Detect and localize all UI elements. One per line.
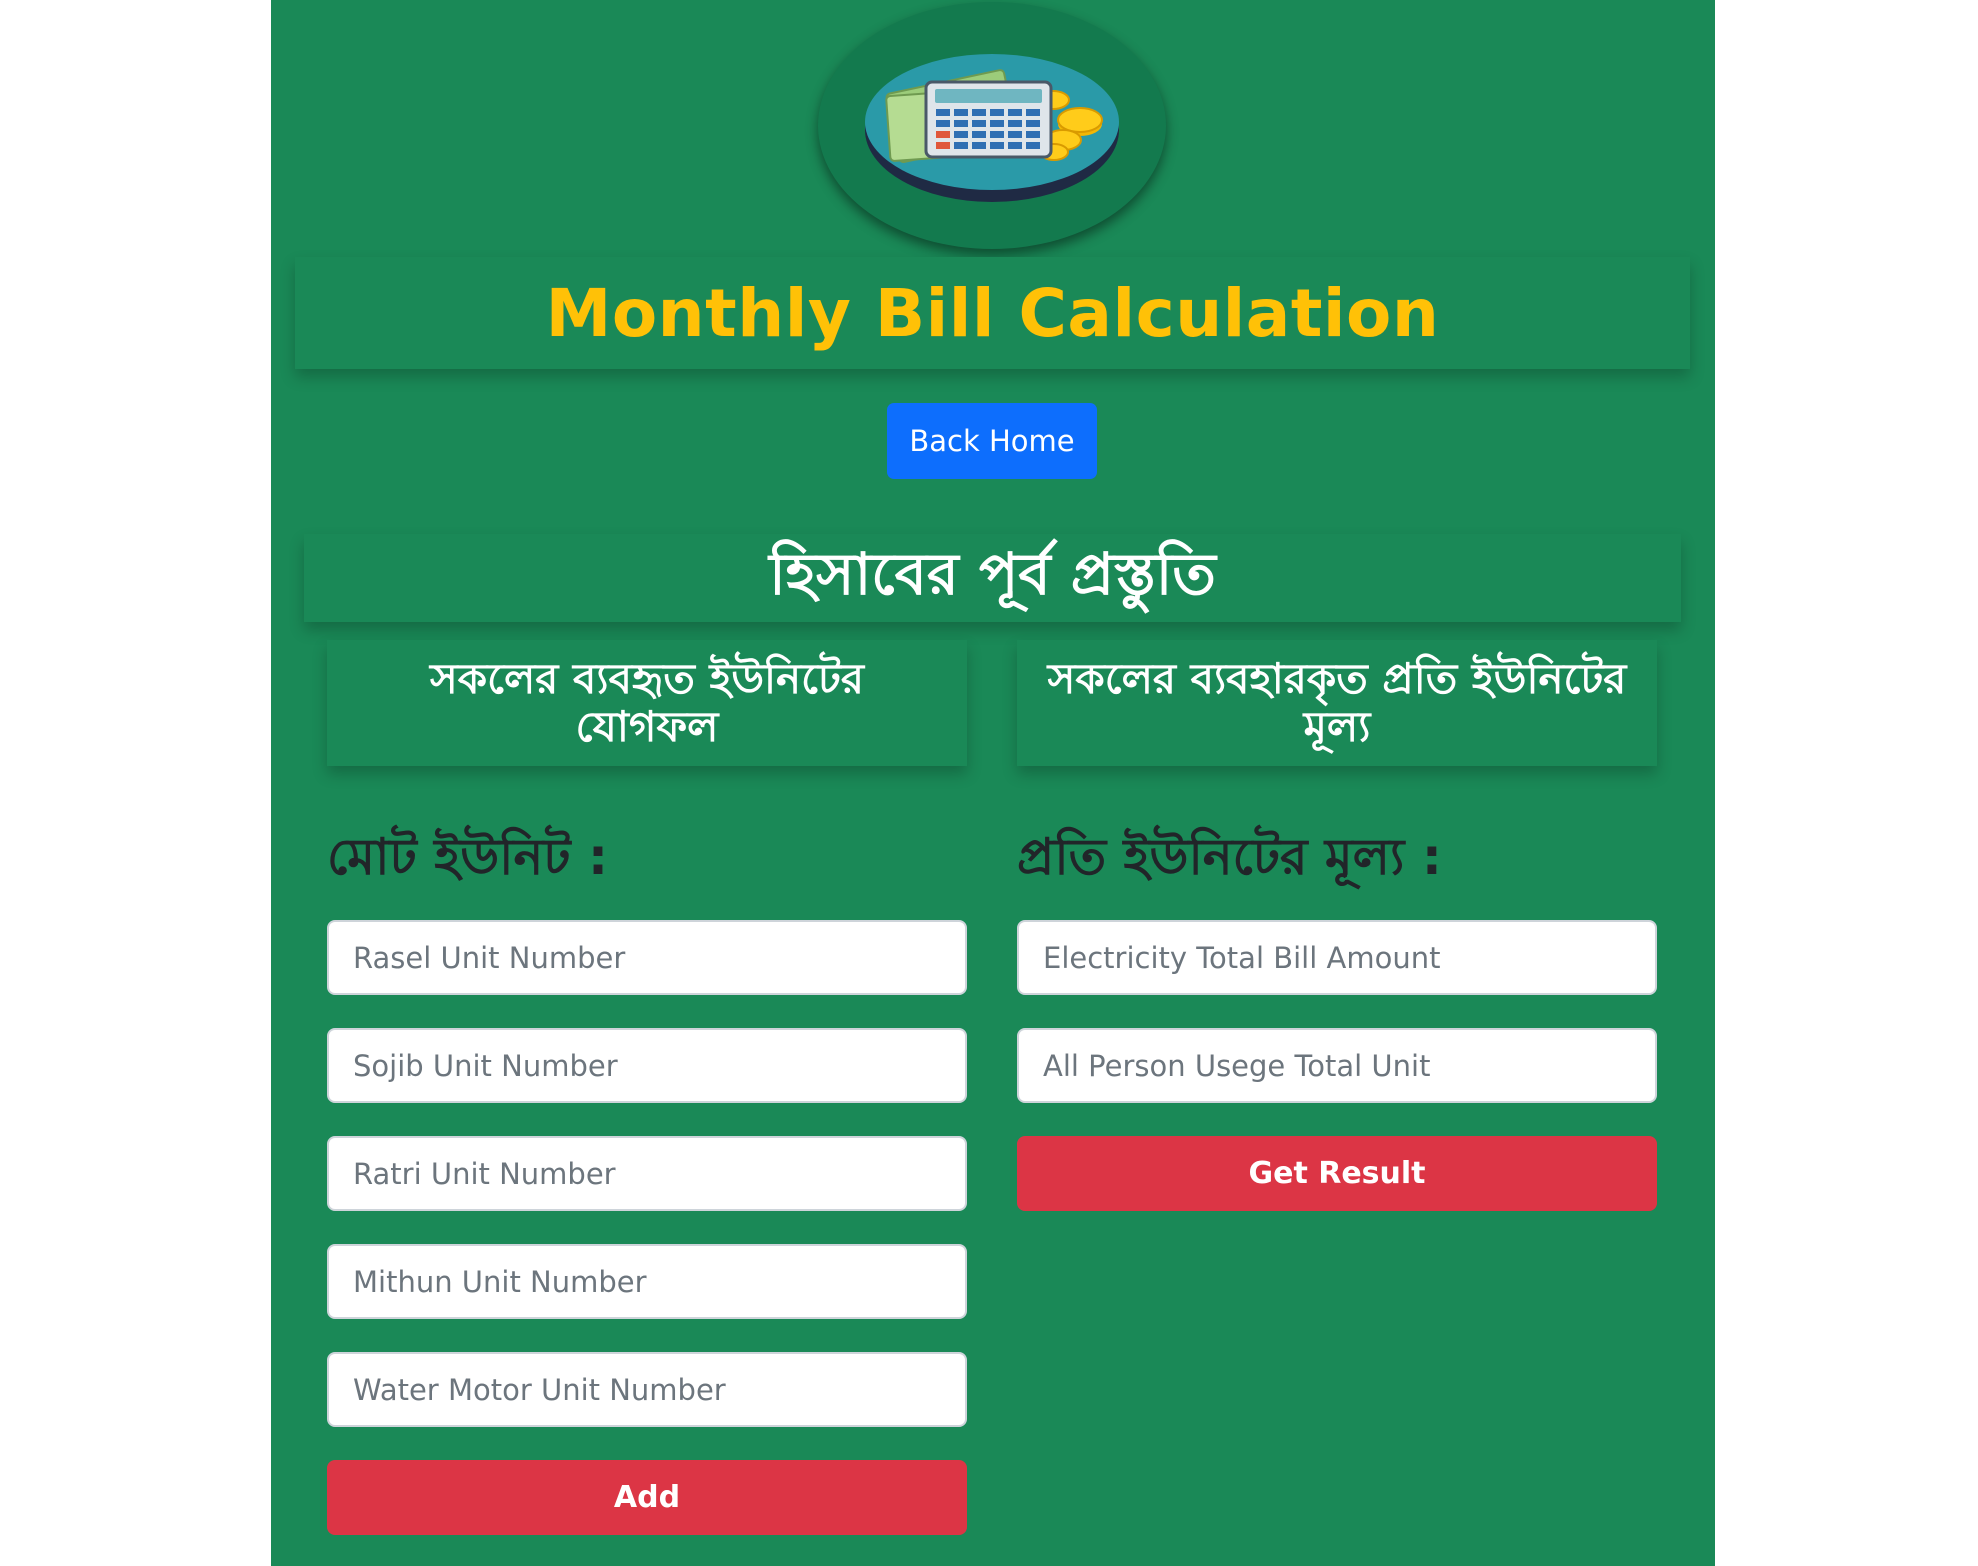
section-banner: হিসাবের পূর্ব প্রস্তুতি — [304, 534, 1681, 622]
unit-price-card: সকলের ব্যবহারকৃত প্রতি ইউনিটের মূল্য — [1017, 640, 1657, 766]
unit-price-card-title: সকলের ব্যবহারকৃত প্রতি ইউনিটের মূল্য — [1047, 654, 1627, 751]
total-units-card: সকলের ব্যবহৃত ইউনিটের যোগফল — [327, 640, 967, 766]
total-unit-label: মোট ইউনিট : — [327, 828, 608, 886]
section-title: হিসাবের পূর্ব প্রস্তুতি — [769, 539, 1216, 608]
add-button[interactable]: Add — [327, 1460, 967, 1535]
page-title: Monthly Bill Calculation — [545, 274, 1440, 352]
calculator-money-icon — [865, 54, 1119, 202]
total-unit-input[interactable] — [1017, 1028, 1657, 1103]
total-units-card-title: সকলের ব্যবহৃত ইউনিটের যোগফল — [429, 654, 864, 751]
unit-price-label: প্রতি ইউনিটের মূল্য : — [1017, 828, 1442, 886]
electricity-bill-input[interactable] — [1017, 920, 1657, 995]
sojib-unit-input[interactable] — [327, 1028, 967, 1103]
calculator-logo — [818, 2, 1166, 249]
app-container: Monthly Bill Calculation Back Home হিসাব… — [271, 0, 1715, 1566]
title-banner: Monthly Bill Calculation — [295, 257, 1690, 369]
get-result-button[interactable]: Get Result — [1017, 1136, 1657, 1211]
mithun-unit-input[interactable] — [327, 1244, 967, 1319]
back-home-button[interactable]: Back Home — [887, 403, 1097, 479]
ratri-unit-input[interactable] — [327, 1136, 967, 1211]
rasel-unit-input[interactable] — [327, 920, 967, 995]
water-motor-unit-input[interactable] — [327, 1352, 967, 1427]
